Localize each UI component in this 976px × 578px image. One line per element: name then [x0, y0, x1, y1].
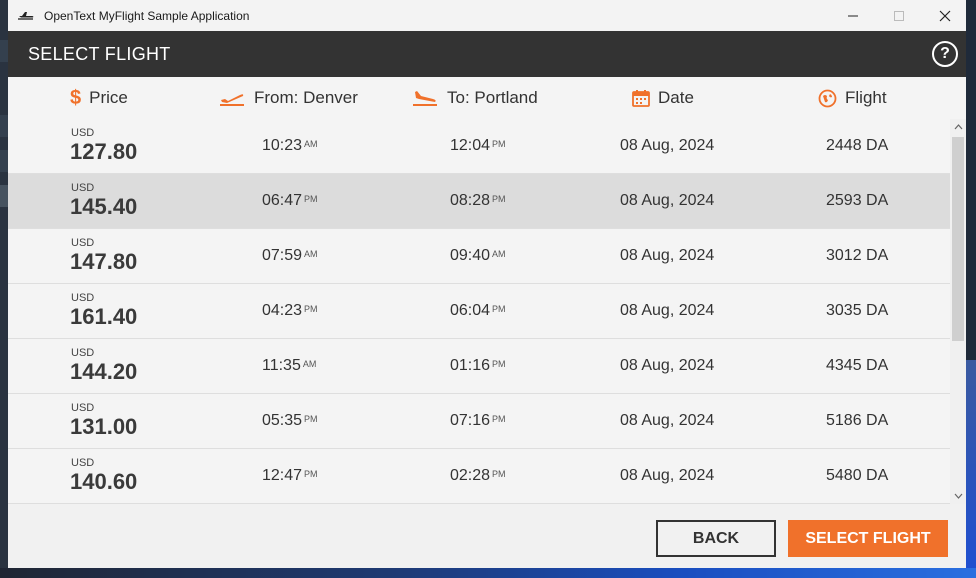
desktop-background-left — [0, 0, 8, 578]
select-flight-button[interactable]: SELECT FLIGHT — [788, 520, 948, 557]
flight-number: 5480 DA — [826, 467, 889, 484]
price-value: 127.80 — [70, 139, 138, 164]
arrival-time: 08:28 PM — [450, 192, 506, 209]
flight-row[interactable]: USD 144.20 11:35 AM 01:16 PM 08 Aug, 2024 … — [8, 339, 950, 394]
arrival-time: 01:16 PM — [450, 357, 506, 374]
price-value: 140.60 — [70, 469, 138, 494]
flight-row[interactable]: USD 140.60 12:47 PM 02:28 PM 08 Aug, 2024 … — [8, 449, 950, 504]
desktop-background-right — [966, 360, 976, 570]
help-button[interactable]: ? — [932, 41, 958, 67]
departure-time: 04:23 PM — [262, 302, 318, 319]
flight-number: 4345 DA — [826, 357, 889, 374]
price-value: 144.20 — [70, 359, 138, 384]
landing-icon — [411, 89, 439, 107]
departure-time: 10:23 AM — [262, 137, 318, 154]
flight-number: 2593 DA — [826, 192, 889, 209]
column-from[interactable]: From: Denver — [218, 77, 358, 119]
column-to[interactable]: To: Portland — [411, 77, 538, 119]
currency-label: USD — [71, 237, 95, 249]
scroll-down-icon[interactable] — [950, 488, 966, 504]
column-flight[interactable]: Flight — [818, 77, 887, 119]
price-value: 145.40 — [70, 194, 138, 219]
globe-icon — [818, 89, 837, 108]
page-title: SELECT FLIGHT — [28, 43, 171, 64]
currency-label: USD — [71, 402, 95, 414]
maximize-icon — [894, 10, 904, 21]
flight-row[interactable]: USD 127.80 10:23 AM 12:04 PM 08 Aug, 2024 … — [8, 119, 950, 174]
scroll-up-icon[interactable] — [950, 119, 966, 135]
title-bar: OpenText MyFlight Sample Application — [8, 0, 966, 31]
flight-date: 08 Aug, 2024 — [620, 192, 715, 209]
flight-date: 08 Aug, 2024 — [620, 247, 715, 264]
flight-date: 08 Aug, 2024 — [620, 137, 715, 154]
calendar-icon — [632, 89, 650, 107]
column-header: $ Price From: Denver To: Portland Date F… — [8, 77, 966, 120]
maximize-button[interactable] — [876, 0, 922, 31]
flight-number: 5186 DA — [826, 412, 889, 429]
arrival-time: 12:04 PM — [450, 137, 506, 154]
flight-list: USD 127.80 10:23 AM 12:04 PM 08 Aug, 2024 … — [8, 119, 950, 504]
column-price[interactable]: $ Price — [70, 77, 128, 119]
departure-time: 05:35 PM — [262, 412, 318, 429]
flight-date: 08 Aug, 2024 — [620, 412, 715, 429]
page-header: SELECT FLIGHT ? — [8, 31, 966, 77]
flight-number: 3035 DA — [826, 302, 889, 319]
close-button[interactable] — [922, 0, 966, 31]
flight-date: 08 Aug, 2024 — [620, 467, 715, 484]
column-to-label: To: Portland — [447, 88, 538, 107]
arrival-time: 09:40 AM — [450, 247, 506, 264]
dollar-icon: $ — [70, 86, 82, 109]
app-window: OpenText MyFlight Sample Application SEL… — [8, 0, 966, 568]
currency-label: USD — [71, 127, 95, 139]
window-title: OpenText MyFlight Sample Application — [44, 8, 250, 23]
flight-number: 2448 DA — [826, 137, 889, 154]
departure-time: 06:47 PM — [262, 192, 318, 209]
flight-number: 3012 DA — [826, 247, 889, 264]
flight-row[interactable]: USD 147.80 07:59 AM 09:40 AM 08 Aug, 2024 … — [8, 229, 950, 284]
close-icon — [939, 10, 951, 21]
column-date-label: Date — [658, 88, 694, 107]
scrollbar-thumb[interactable] — [952, 137, 964, 341]
column-date[interactable]: Date — [632, 77, 694, 119]
airplane-icon — [16, 9, 36, 23]
arrival-time: 06:04 PM — [450, 302, 506, 319]
flight-row[interactable]: USD 161.40 04:23 PM 06:04 PM 08 Aug, 2024 … — [8, 284, 950, 339]
currency-label: USD — [71, 182, 95, 194]
takeoff-icon — [218, 89, 246, 107]
footer-bar: BACK SELECT FLIGHT — [8, 504, 966, 568]
flight-row[interactable]: USD 131.00 05:35 PM 07:16 PM 08 Aug, 2024 … — [8, 394, 950, 449]
help-icon: ? — [940, 45, 950, 62]
departure-time: 11:35 AM — [262, 357, 317, 374]
currency-label: USD — [71, 292, 95, 304]
flight-row-selected[interactable]: USD 145.40 06:47 PM 08:28 PM 08 Aug, 2024 … — [8, 174, 950, 229]
column-price-label: Price — [89, 88, 128, 107]
price-value: 147.80 — [70, 249, 138, 274]
minimize-button[interactable] — [830, 0, 876, 31]
flight-date: 08 Aug, 2024 — [620, 357, 715, 374]
arrival-time: 07:16 PM — [450, 412, 506, 429]
desktop-background-bottom — [0, 568, 976, 578]
currency-label: USD — [71, 457, 95, 469]
list-scrollbar[interactable] — [950, 119, 966, 504]
column-from-label: From: Denver — [254, 88, 358, 107]
minimize-icon — [848, 15, 858, 16]
price-value: 161.40 — [70, 304, 138, 329]
currency-label: USD — [71, 347, 95, 359]
arrival-time: 02:28 PM — [450, 467, 506, 484]
departure-time: 07:59 AM — [262, 247, 318, 264]
price-value: 131.00 — [70, 414, 138, 439]
column-flight-label: Flight — [845, 88, 887, 107]
flight-date: 08 Aug, 2024 — [620, 302, 715, 319]
back-button[interactable]: BACK — [656, 520, 776, 557]
departure-time: 12:47 PM — [262, 467, 318, 484]
